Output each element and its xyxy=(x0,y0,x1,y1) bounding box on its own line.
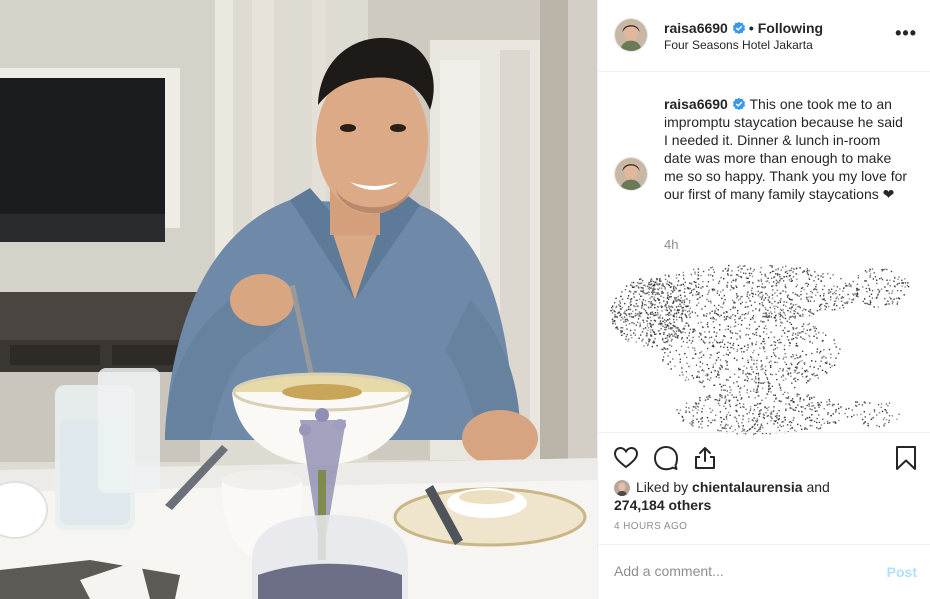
comment-input[interactable] xyxy=(614,559,864,583)
following-button[interactable]: Following xyxy=(758,20,823,36)
avatar-image xyxy=(615,158,647,190)
post-caption: raisa6690 This one took me to an impromp… xyxy=(664,95,909,203)
more-horizontal-icon[interactable]: ••• xyxy=(895,24,917,42)
liked-by-user[interactable]: chientalaurensia xyxy=(692,479,803,495)
liked-by-and: and xyxy=(806,479,830,495)
post-comment-button[interactable]: Post xyxy=(887,564,917,580)
caption-author-avatar[interactable] xyxy=(614,157,648,191)
comment-icon[interactable] xyxy=(653,445,679,471)
liker-avatar[interactable] xyxy=(614,480,630,496)
caption-username[interactable]: raisa6690 xyxy=(664,96,728,112)
author-username[interactable]: raisa6690 xyxy=(664,20,728,36)
post-actions-bar xyxy=(598,432,930,484)
verified-badge-icon xyxy=(732,97,745,111)
post-side-panel: raisa6690 • Following Four Seasons Hotel J… xyxy=(597,0,930,599)
liked-by-line: Liked by chientalaurensia and xyxy=(614,478,914,496)
post-photo-illustration xyxy=(0,0,597,599)
post-location[interactable]: Four Seasons Hotel Jakarta xyxy=(664,38,813,52)
obscured-comments-area xyxy=(610,262,915,438)
noise-pattern xyxy=(610,264,910,436)
instagram-post: raisa6690 • Following Four Seasons Hotel J… xyxy=(0,0,930,599)
verified-badge-icon xyxy=(732,21,745,35)
header-username-line: raisa6690 • Following xyxy=(664,20,823,36)
avatar-image xyxy=(615,19,647,51)
share-icon[interactable] xyxy=(692,445,718,471)
caption-relative-time: 4h xyxy=(664,237,679,252)
author-avatar[interactable] xyxy=(614,18,648,52)
separator-dot: • xyxy=(748,20,754,36)
post-photo[interactable] xyxy=(0,0,597,599)
post-timestamp[interactable]: 4 HOURS AGO xyxy=(614,521,687,532)
heart-icon[interactable] xyxy=(613,445,639,471)
likes-count[interactable]: 274,184 others xyxy=(614,496,914,514)
add-comment-section: Post xyxy=(598,544,930,599)
post-header: raisa6690 • Following Four Seasons Hotel J… xyxy=(598,0,930,72)
bookmark-icon[interactable] xyxy=(893,445,919,471)
liked-by-prefix: Liked by xyxy=(636,479,689,495)
likes-summary: Liked by chientalaurensia and 274,184 ot… xyxy=(614,478,914,514)
